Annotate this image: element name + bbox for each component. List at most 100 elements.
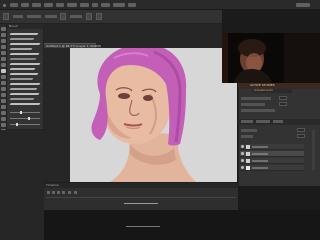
settings-icon[interactable] [74,191,77,194]
quick-select-tool-icon[interactable] [1,45,6,49]
eye-icon[interactable] [241,159,244,162]
panel-subheader-label: Adjustments [254,88,273,92]
audio-icon[interactable] [68,191,71,194]
layer-row[interactable] [240,144,304,150]
brush-preset[interactable] [9,43,41,45]
blend-mode-select[interactable] [241,129,257,132]
adjustment-field[interactable] [279,102,287,106]
left-eye [118,93,130,99]
tab-layers[interactable] [241,120,253,123]
layer-row[interactable] [240,151,304,157]
brush-preset[interactable] [9,93,40,95]
pressure-size-icon[interactable] [96,13,102,20]
panel-subheader: Adjustments [252,89,292,93]
brush-preset[interactable] [9,98,35,100]
pen-tool-icon[interactable] [1,111,6,115]
brush-preset[interactable] [9,88,38,90]
brush-preset[interactable] [9,38,35,40]
slider-knob[interactable] [28,117,30,120]
menu-edit[interactable] [21,3,29,7]
type-tool-icon[interactable] [1,117,6,121]
brush-tool-icon[interactable] [1,69,6,73]
layer-row[interactable] [240,158,304,164]
menu-type[interactable] [56,3,64,7]
layer-name [252,160,268,162]
menu-layer[interactable] [44,3,53,7]
option-size[interactable] [13,15,23,18]
eye-icon[interactable] [241,152,244,155]
eyedropper-tool-icon[interactable] [1,57,6,61]
blur-tool-icon[interactable] [1,99,6,103]
eye-icon[interactable] [241,145,244,148]
tab-channels[interactable] [256,120,270,123]
timeline-ruler [46,197,236,198]
slider-knob[interactable] [20,111,22,114]
brush-preset[interactable] [9,58,37,60]
layer-name [252,146,268,148]
brush-preset[interactable] [9,78,34,80]
timeline-title: Timeline [46,183,59,187]
healing-tool-icon[interactable] [1,63,6,67]
first-frame-icon[interactable] [47,191,50,194]
option-flow[interactable] [70,15,82,18]
eye-icon[interactable] [241,166,244,169]
prev-frame-icon[interactable] [52,191,55,194]
adjustment-field[interactable] [279,96,287,100]
history-brush-tool-icon[interactable] [1,81,6,85]
layer-row[interactable] [240,165,304,171]
webcam-image [222,33,320,83]
airbrush-icon[interactable] [86,13,92,20]
tab-paths[interactable] [273,120,283,123]
menu-window[interactable] [113,3,125,7]
opacity-field[interactable] [297,128,305,132]
brush-size-slider[interactable] [10,111,40,114]
menu-view[interactable] [101,3,110,7]
move-tool-icon[interactable] [1,27,6,31]
layers-tab-bar [238,119,320,125]
canvas[interactable] [70,48,237,182]
brush-preset[interactable] [9,33,39,35]
menu-help[interactable] [128,3,136,7]
eraser-tool-icon[interactable] [1,87,6,91]
fill-field[interactable] [297,134,305,138]
menu-file[interactable] [10,3,18,7]
menu-select[interactable] [67,3,77,7]
layers-scrollbar[interactable] [312,130,315,170]
brush-preset[interactable] [9,73,39,75]
crop-tool-icon[interactable] [1,51,6,55]
gradient-tool-icon[interactable] [1,93,6,97]
path-select-tool-icon[interactable] [1,123,6,127]
adjustment-row[interactable] [241,103,265,106]
option-opacity[interactable] [45,15,57,18]
brush-preset[interactable] [9,48,33,50]
option-mode[interactable] [27,15,41,18]
slider-knob[interactable] [16,123,18,126]
status-area [44,210,320,240]
window-dots-icon[interactable] [3,4,6,7]
play-icon[interactable] [57,191,60,194]
brush-preset[interactable] [9,103,41,105]
dodge-tool-icon[interactable] [1,105,6,109]
timeline-header: Timeline [44,183,238,188]
adjustment-row[interactable] [241,109,275,112]
marquee-tool-icon[interactable] [1,33,6,37]
brush-preset[interactable] [9,83,41,85]
pressure-opacity-icon[interactable] [60,13,66,20]
brush-hardness-slider[interactable] [10,123,40,126]
right-eye [143,95,153,101]
workspace-switcher[interactable] [296,3,310,7]
brush-preset[interactable] [9,68,36,70]
clone-stamp-tool-icon[interactable] [1,75,6,79]
menu-image[interactable] [32,3,41,7]
next-frame-icon[interactable] [62,191,65,194]
lasso-tool-icon[interactable] [1,39,6,43]
menu-3d[interactable] [92,3,98,7]
adjustment-row[interactable] [241,97,271,100]
brush-preset[interactable] [9,63,41,65]
brush-preset[interactable] [9,53,40,55]
brush-spacing-slider[interactable] [10,117,40,120]
lock-row [241,135,253,138]
create-timeline-button[interactable] [124,203,158,204]
brush-preset-icon[interactable] [3,13,9,20]
menu-filter[interactable] [80,3,89,7]
